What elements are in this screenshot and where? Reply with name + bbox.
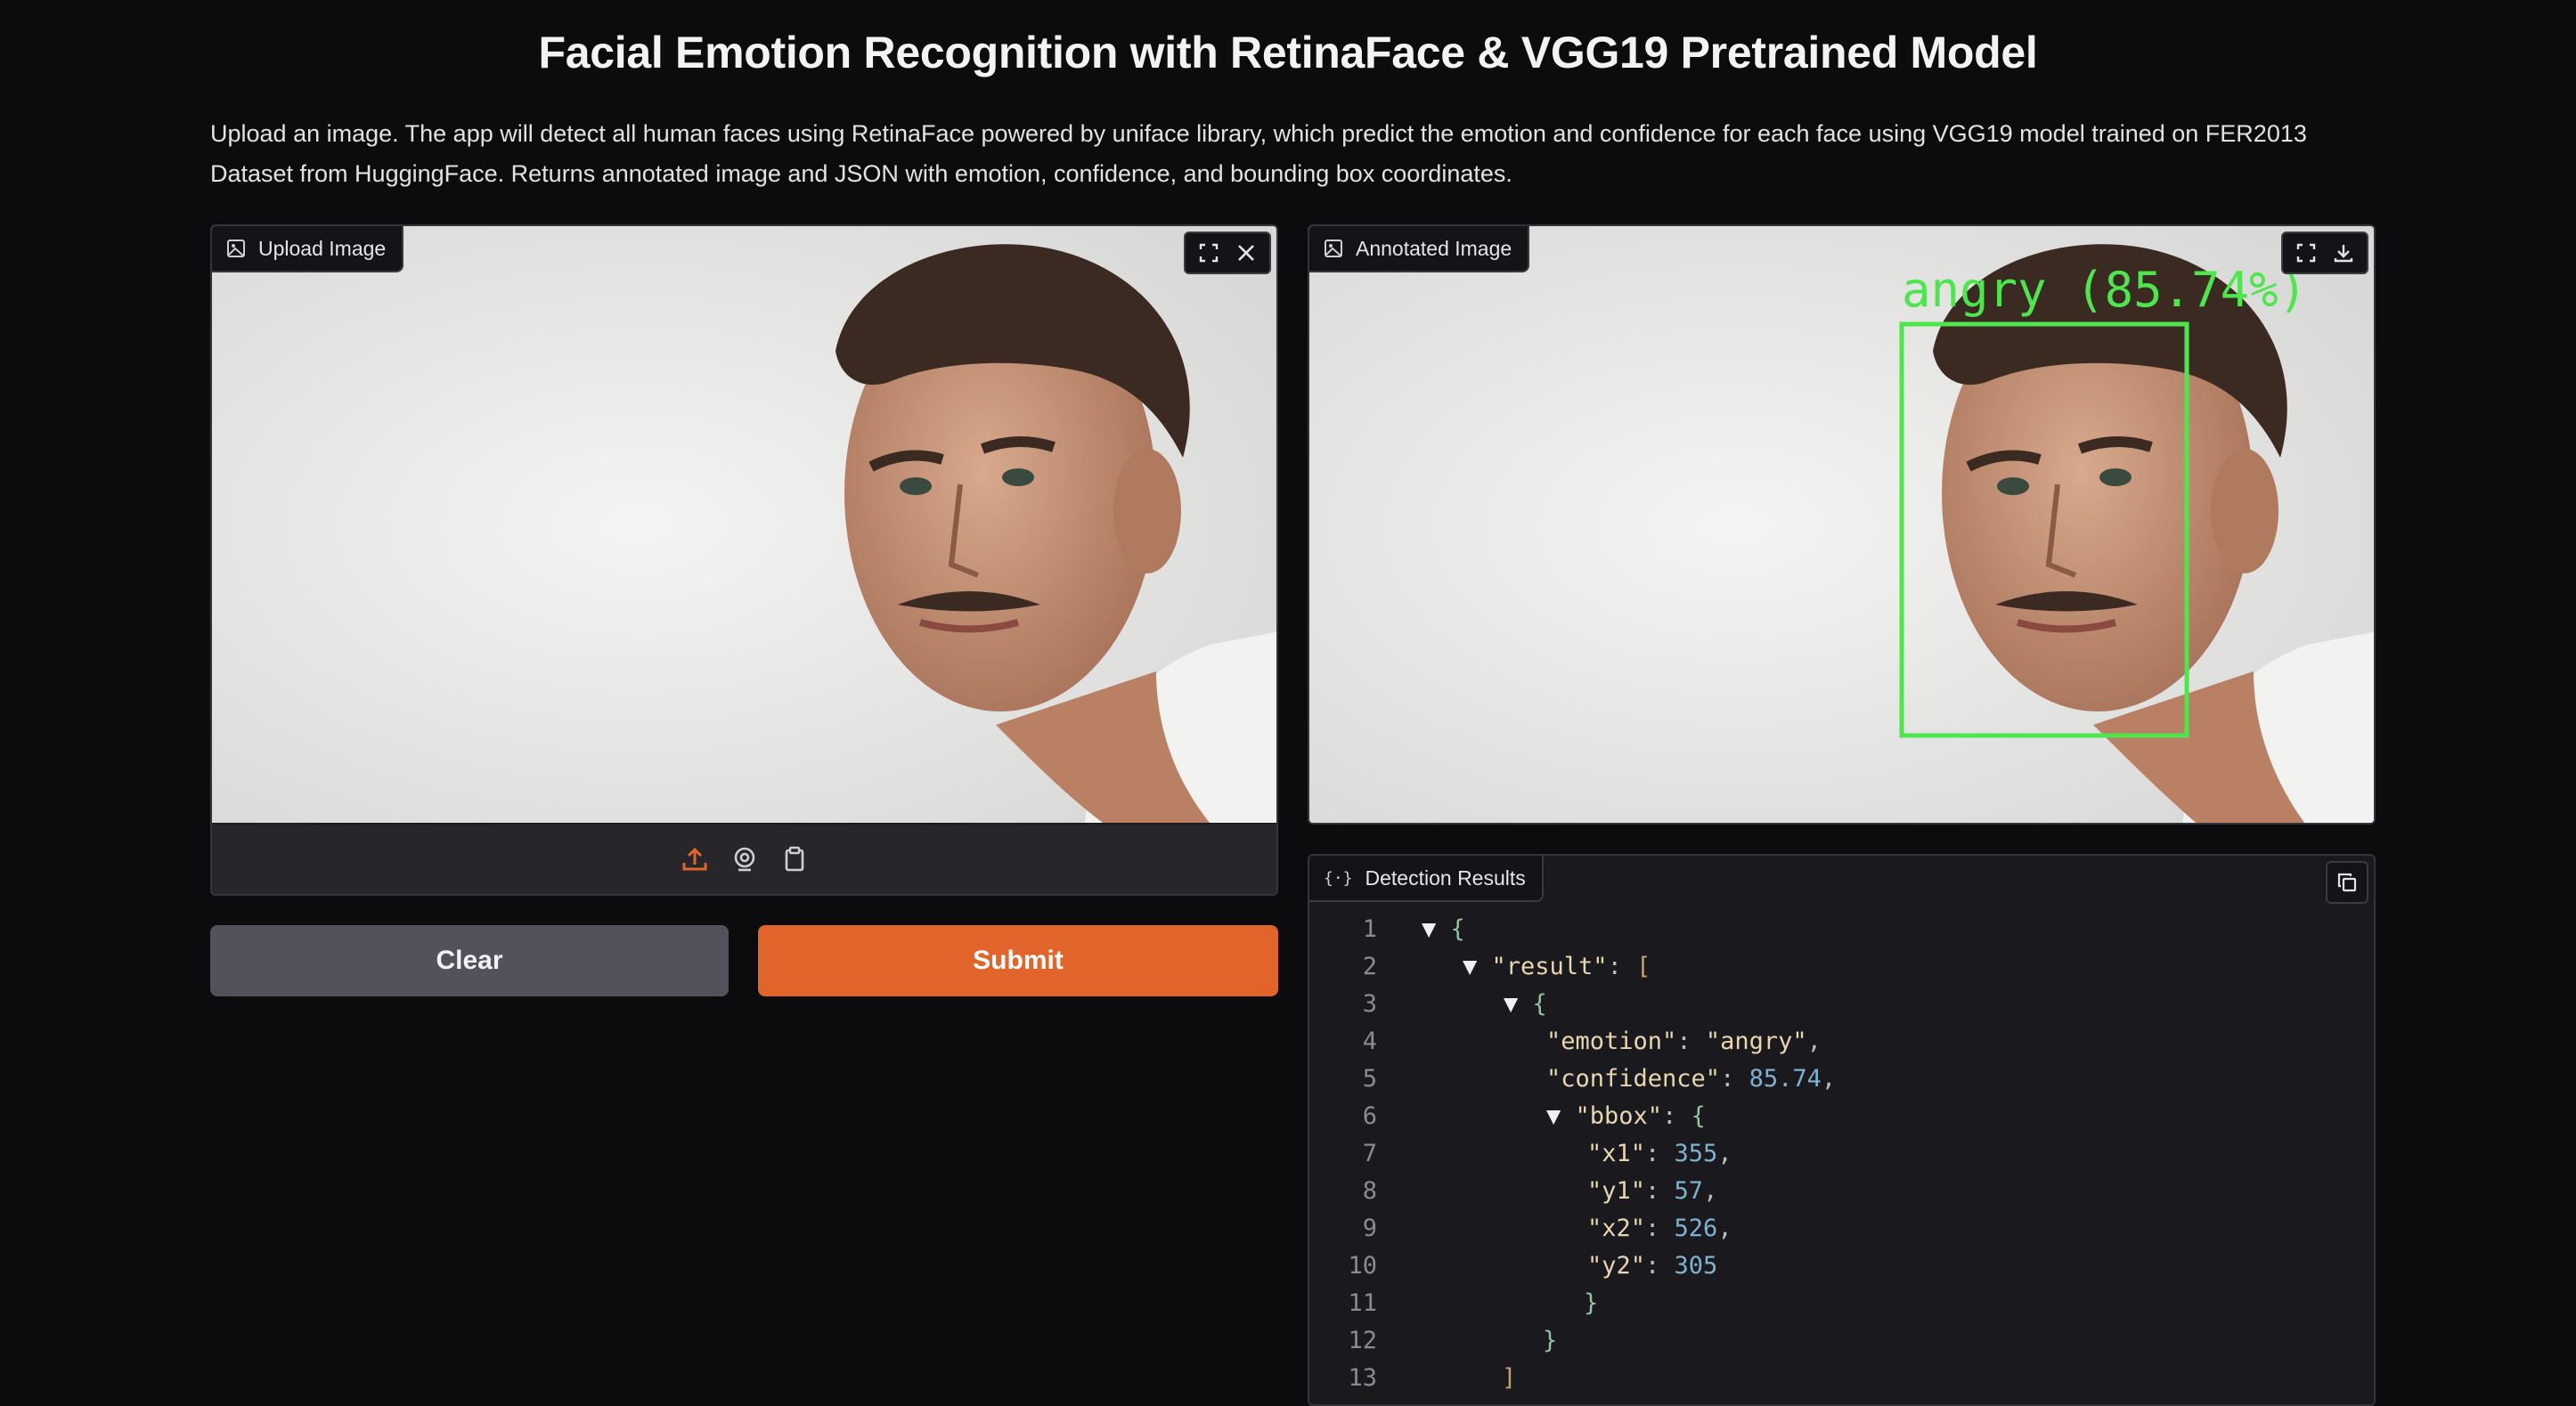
json-token: "x1" bbox=[1587, 1140, 1646, 1167]
upload-image-label: Upload Image bbox=[212, 226, 404, 272]
collapse-toggle-icon[interactable]: ▼ bbox=[1546, 1102, 1576, 1130]
collapse-toggle-icon[interactable]: ▼ bbox=[1463, 953, 1492, 980]
app-description: Upload an image. The app will detect all… bbox=[210, 120, 2307, 187]
submit-button[interactable]: Submit bbox=[758, 925, 1278, 996]
json-token: : bbox=[1662, 1102, 1692, 1130]
json-token: "x2" bbox=[1587, 1215, 1646, 1242]
line-number: 13 bbox=[1348, 1364, 1377, 1392]
line-number: 2 bbox=[1362, 953, 1377, 980]
json-token: [ bbox=[1636, 953, 1651, 980]
fullscreen-icon[interactable] bbox=[2290, 237, 2322, 269]
close-icon[interactable] bbox=[1230, 237, 1262, 269]
json-token: "result" bbox=[1491, 953, 1608, 980]
line-number: 4 bbox=[1362, 1028, 1377, 1055]
json-token: { bbox=[1532, 990, 1547, 1018]
json-code: "x1": 355, bbox=[1587, 1135, 1732, 1173]
line-number: 3 bbox=[1362, 990, 1377, 1018]
json-token: "bbox" bbox=[1575, 1102, 1663, 1130]
json-token: , bbox=[1717, 1215, 1732, 1242]
upload-toolbar bbox=[1184, 232, 1271, 274]
json-token: { bbox=[1691, 1102, 1706, 1130]
json-viewer[interactable]: 1 ▼ {2 ▼ "result": [3 ▼ {4 "emotion": "angry… bbox=[1309, 911, 2374, 1404]
json-token: , bbox=[1821, 1065, 1837, 1093]
json-token: "emotion" bbox=[1546, 1028, 1677, 1055]
download-icon[interactable] bbox=[2327, 237, 2360, 269]
line-number: 5 bbox=[1362, 1065, 1377, 1093]
json-token: : bbox=[1645, 1140, 1675, 1167]
json-token: : bbox=[1645, 1252, 1675, 1280]
emotion-overlay-text: angry (85.74%) bbox=[1902, 262, 2308, 318]
webcam-icon[interactable] bbox=[730, 844, 760, 874]
page-title: Facial Emotion Recognition with RetinaFa… bbox=[538, 28, 2038, 77]
line-number: 10 bbox=[1348, 1252, 1377, 1280]
image-source-bar bbox=[212, 825, 1276, 894]
annotated-image-label: Annotated Image bbox=[1309, 226, 1530, 272]
detection-results-panel: {·} Detection Results 1 ▼ {2 ▼ "result": [… bbox=[1308, 854, 2376, 1406]
annotated-image-label-text: Annotated Image bbox=[1356, 236, 1512, 260]
line-number: 12 bbox=[1348, 1327, 1377, 1354]
json-code: ▼ { bbox=[1422, 911, 1465, 948]
json-token: ] bbox=[1502, 1364, 1517, 1392]
upload-icon[interactable] bbox=[680, 844, 710, 874]
line-number: 6 bbox=[1362, 1102, 1377, 1130]
json-token: } bbox=[1584, 1289, 1599, 1317]
detection-results-label-text: Detection Results bbox=[1365, 866, 1526, 890]
annotated-toolbar bbox=[2281, 232, 2368, 274]
line-number: 8 bbox=[1362, 1177, 1377, 1205]
line-number: 9 bbox=[1362, 1215, 1377, 1242]
json-token: } bbox=[1543, 1327, 1558, 1354]
json-token: : bbox=[1676, 1028, 1706, 1055]
json-code: "y2": 305 bbox=[1587, 1248, 1717, 1285]
json-token: { bbox=[1450, 915, 1465, 943]
json-code: "y1": 57, bbox=[1587, 1173, 1717, 1210]
json-token: 526 bbox=[1674, 1215, 1718, 1242]
upload-image-panel[interactable]: Upload Image bbox=[210, 224, 1278, 896]
json-token: 355 bbox=[1674, 1140, 1718, 1167]
annotated-image: angry (85.74%) bbox=[1309, 226, 2374, 823]
image-icon bbox=[1324, 239, 1343, 258]
clear-button[interactable]: Clear bbox=[210, 925, 729, 996]
json-code: "confidence": 85.74, bbox=[1546, 1061, 1836, 1098]
json-token: , bbox=[1703, 1177, 1718, 1205]
fullscreen-icon[interactable] bbox=[1193, 237, 1225, 269]
annotated-image-panel: angry (85.74%) Annotated Image bbox=[1308, 224, 2376, 825]
image-icon bbox=[226, 239, 246, 258]
json-code: ▼ "result": [ bbox=[1463, 948, 1651, 986]
json-code: ] bbox=[1502, 1360, 1516, 1397]
line-number: 1 bbox=[1362, 915, 1377, 943]
json-token: : bbox=[1720, 1065, 1749, 1093]
uploaded-image bbox=[212, 226, 1276, 823]
json-code: ▼ "bbox": { bbox=[1546, 1098, 1706, 1135]
json-token: : bbox=[1607, 953, 1637, 980]
json-code: ▼ { bbox=[1504, 986, 1547, 1023]
json-code: } bbox=[1584, 1285, 1598, 1322]
detection-results-label: {·} Detection Results bbox=[1309, 856, 1544, 902]
json-token: "angry" bbox=[1705, 1028, 1807, 1055]
json-token: 57 bbox=[1674, 1177, 1704, 1205]
json-code: "emotion": "angry", bbox=[1546, 1023, 1822, 1061]
line-number: 7 bbox=[1362, 1140, 1377, 1167]
json-token: , bbox=[1806, 1028, 1822, 1055]
json-token: "confidence" bbox=[1546, 1065, 1721, 1093]
json-token: , bbox=[1717, 1140, 1732, 1167]
results-toolbar bbox=[2326, 861, 2368, 904]
json-token: 85.74 bbox=[1749, 1065, 1822, 1093]
collapse-toggle-icon[interactable]: ▼ bbox=[1504, 990, 1533, 1018]
json-braces-icon: {·} bbox=[1324, 868, 1353, 888]
upload-image-label-text: Upload Image bbox=[258, 236, 387, 260]
line-number: 11 bbox=[1348, 1289, 1377, 1317]
json-token: 305 bbox=[1674, 1252, 1718, 1280]
json-code: } bbox=[1543, 1322, 1557, 1360]
clipboard-icon[interactable] bbox=[779, 844, 810, 874]
json-token: : bbox=[1645, 1177, 1675, 1205]
json-code: "x2": 526, bbox=[1587, 1210, 1732, 1248]
json-token: : bbox=[1645, 1215, 1675, 1242]
json-token: "y2" bbox=[1587, 1252, 1646, 1280]
json-token: "y1" bbox=[1587, 1177, 1646, 1205]
copy-icon[interactable] bbox=[2331, 866, 2363, 898]
collapse-toggle-icon[interactable]: ▼ bbox=[1422, 915, 1451, 943]
